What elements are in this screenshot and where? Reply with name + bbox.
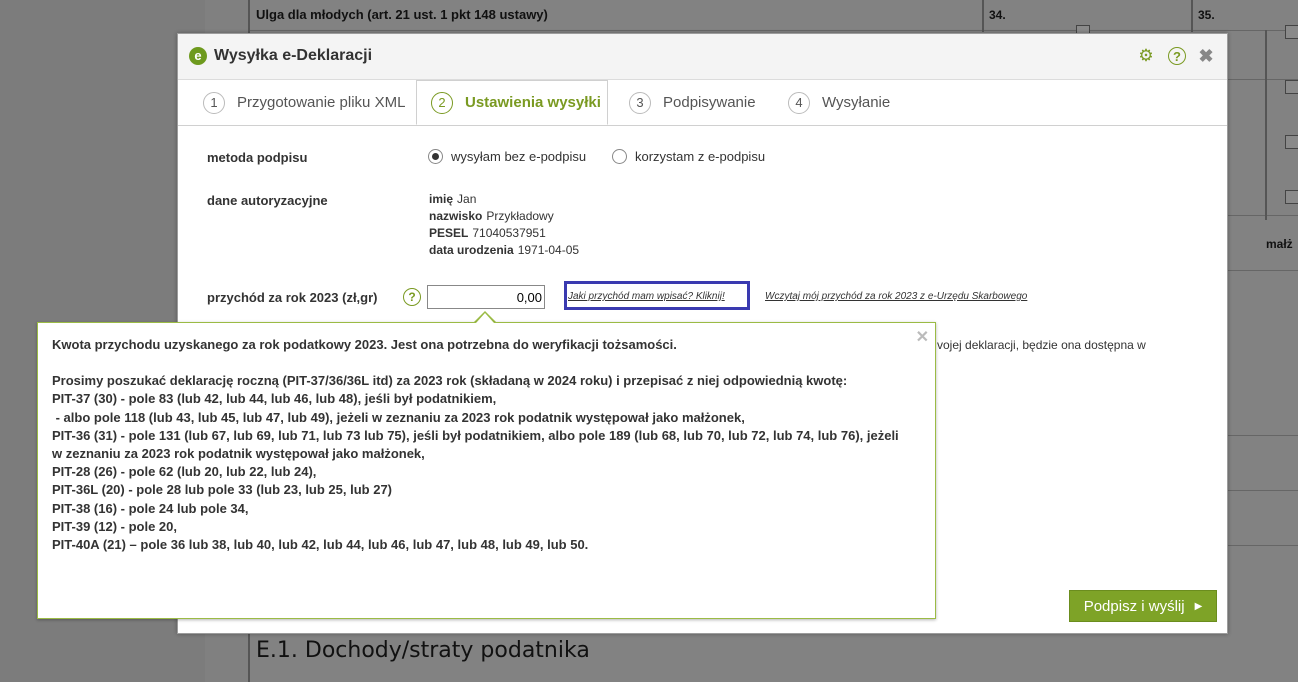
radio-no-signature[interactable]: wysyłam bez e-podpisu <box>428 149 586 164</box>
auth-surname-row: nazwisko Przykładowy <box>429 209 554 223</box>
tooltip-line: PIT-40A (21) – pole 36 lub 38, lub 40, l… <box>52 537 589 553</box>
background-col-line <box>982 0 984 32</box>
tab-signing[interactable]: 3 Podpisywanie <box>629 80 756 125</box>
which-income-link[interactable]: Jaki przychód mam wpisać? Kliknij! <box>568 291 725 302</box>
tooltip-arrow-inner <box>476 313 494 323</box>
tooltip-line: PIT-39 (12) - pole 20, <box>52 518 177 534</box>
income-tooltip: ✕ Kwota przychodu uzyskanego za rok poda… <box>37 322 936 619</box>
background-checkbox <box>1285 135 1298 149</box>
background-column-label: małż <box>1266 237 1293 251</box>
e-logo-icon: e <box>189 47 207 65</box>
tooltip-line: PIT-36L (20) - pole 28 lub pole 33 (lub … <box>52 482 393 498</box>
dialog-header: e Wysyłka e-Deklaracji ⚙ ? ✖ <box>178 34 1227 80</box>
play-arrow-icon: ▶ <box>1194 600 1203 612</box>
auth-key: nazwisko <box>429 209 483 223</box>
radio-with-signature[interactable]: korzystam z e-podpisu <box>612 149 765 164</box>
radio-label: korzystam z e-podpisu <box>635 149 766 164</box>
tooltip-line: PIT-36 (31) - pole 131 (lub 67, lub 69, … <box>52 427 899 462</box>
radio-selected-icon <box>428 149 443 164</box>
signing-method-label: metoda podpisu <box>207 150 308 165</box>
auth-key: data urodzenia <box>429 243 514 257</box>
tooltip-line: PIT-38 (16) - pole 24 lub pole 34, <box>52 500 249 516</box>
income-help-icon[interactable]: ? <box>403 288 421 306</box>
radio-unselected-icon <box>612 149 627 164</box>
background-col-line <box>1191 0 1193 32</box>
auth-data-label: dane autoryzacyjne <box>207 193 328 208</box>
sign-and-send-button[interactable]: Podpisz i wyślij ▶ <box>1069 590 1217 622</box>
auth-value: Jan <box>457 192 477 206</box>
gear-icon[interactable]: ⚙ <box>1137 47 1155 65</box>
income-input[interactable] <box>427 285 545 309</box>
button-label: Podpisz i wyślij <box>1083 597 1185 615</box>
background-row-title: Ulga dla młodych (art. 21 ust. 1 pkt 148… <box>256 7 548 22</box>
auth-dob-row: data urodzenia 1971-04-05 <box>429 243 579 257</box>
tab-label: Podpisywanie <box>663 94 756 111</box>
income-label: przychód za rok 2023 (zł,gr) <box>207 290 378 305</box>
tooltip-text: Kwota przychodu uzyskanego za rok podatk… <box>52 336 912 554</box>
step-number: 4 <box>788 91 810 114</box>
tab-xml-preparation[interactable]: 1 Przygotowanie pliku XML <box>203 80 405 125</box>
step-number: 1 <box>203 91 225 114</box>
tab-label: Ustawienia wysyłki <box>465 94 601 111</box>
help-icon[interactable]: ? <box>1168 47 1186 65</box>
background-col-line <box>1265 30 1267 220</box>
auth-key: PESEL <box>429 226 469 240</box>
load-income-link[interactable]: Wczytaj mój przychód za rok 2023 z e-Urz… <box>765 291 1027 302</box>
background-checkbox <box>1285 25 1298 39</box>
radio-label: wysyłam bez e-podpisu <box>451 149 587 164</box>
tab-label: Przygotowanie pliku XML <box>237 94 406 111</box>
background-section-title: E.1. Dochody/straty podatnika <box>256 638 590 663</box>
tooltip-line: PIT-28 (26) - pole 62 (lub 20, lub 22, l… <box>52 464 317 480</box>
close-icon[interactable]: ✖ <box>1197 47 1215 65</box>
tooltip-close-icon[interactable]: ✕ <box>916 327 929 347</box>
auth-pesel-row: PESEL 71040537951 <box>429 226 546 240</box>
tooltip-line: - albo pole 118 (lub 43, lub 45, lub 47,… <box>52 409 745 425</box>
auth-value: 1971-04-05 <box>517 243 580 257</box>
background-cell-number: 35. <box>1198 8 1215 22</box>
dialog-title: Wysyłka e-Deklaracji <box>214 47 373 64</box>
background-cell-number: 34. <box>989 8 1006 22</box>
background-row-line <box>250 30 1298 31</box>
step-number: 3 <box>629 91 651 114</box>
auth-value: 71040537951 <box>472 226 546 240</box>
background-checkbox <box>1285 190 1298 204</box>
tab-send-settings[interactable]: 2 Ustawienia wysyłki <box>416 80 608 125</box>
background-checkbox <box>1285 80 1298 94</box>
auth-key: imię <box>429 192 454 206</box>
wizard-tabs: 1 Przygotowanie pliku XML 2 Ustawienia w… <box>178 80 1227 126</box>
auth-name-row: imię Jan <box>429 192 476 206</box>
step-number: 2 <box>431 91 453 114</box>
tab-sending[interactable]: 4 Wysyłanie <box>788 80 890 125</box>
auth-value: Przykładowy <box>486 209 554 223</box>
tooltip-line: Prosimy poszukać deklarację roczną (PIT-… <box>52 373 848 389</box>
partial-info-text: vojej deklaracji, będzie ona dostępna w <box>937 338 1146 352</box>
tooltip-line: PIT-37 (30) - pole 83 (lub 42, lub 44, l… <box>52 391 497 407</box>
tooltip-line: Kwota przychodu uzyskanego za rok podatk… <box>52 337 677 352</box>
tab-label: Wysyłanie <box>822 94 891 111</box>
